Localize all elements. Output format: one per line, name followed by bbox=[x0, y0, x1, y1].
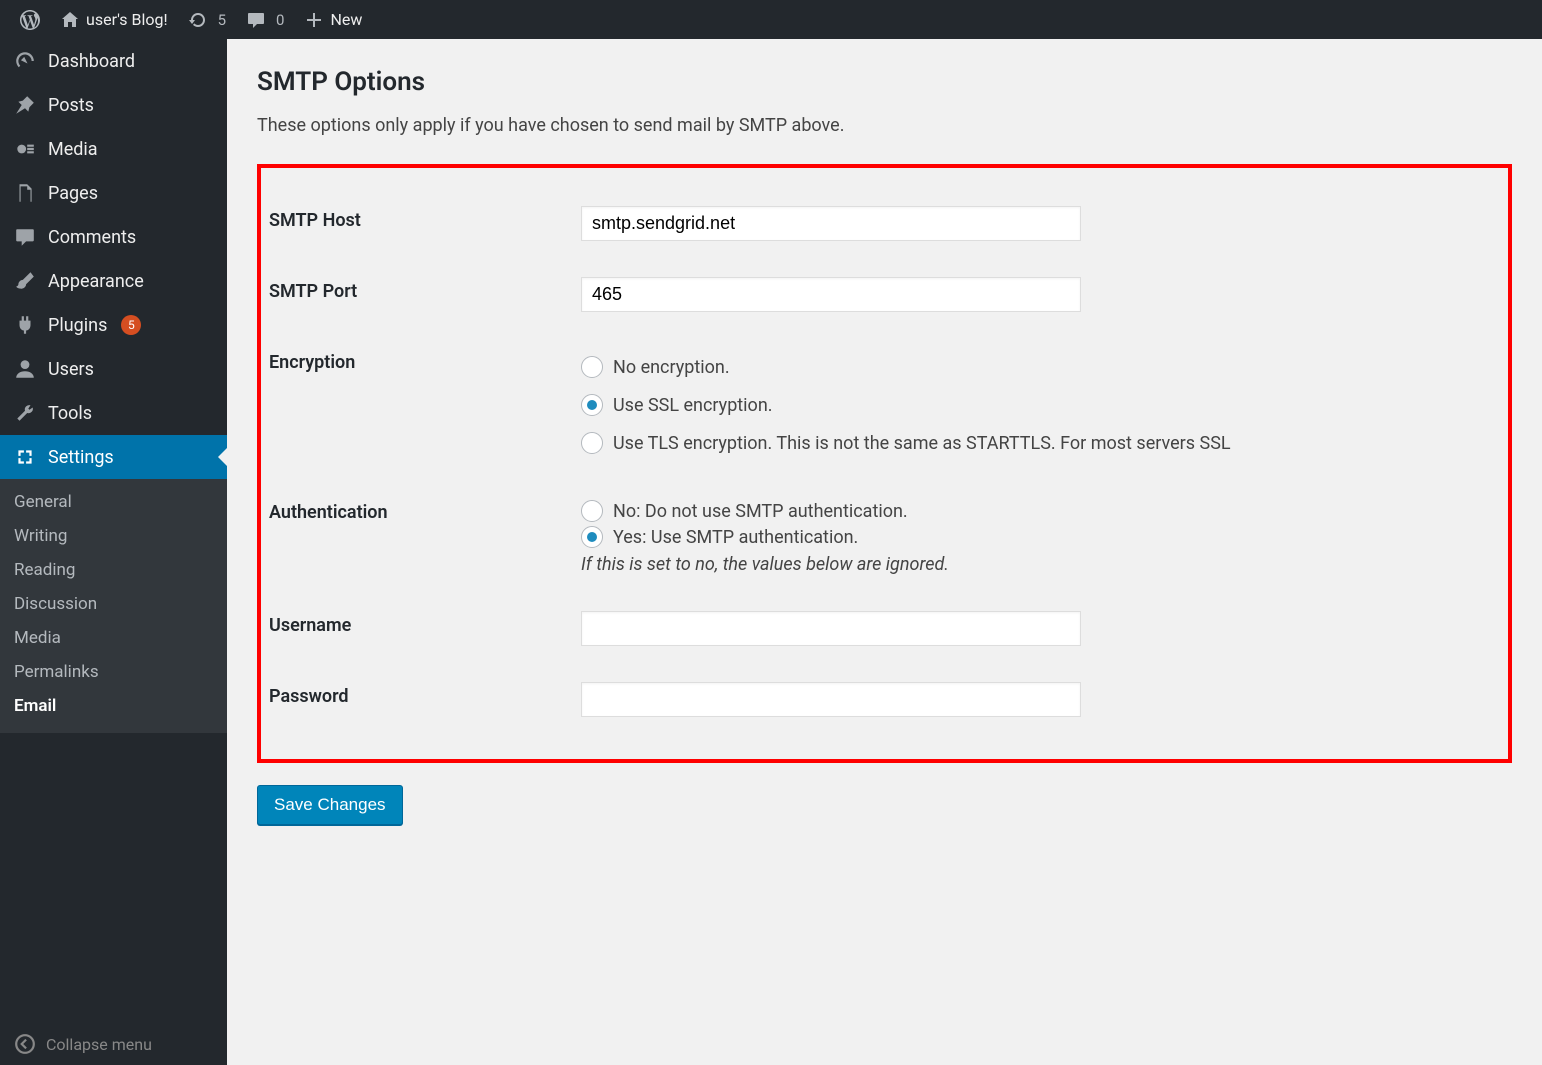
site-home-link[interactable]: user's Blog! bbox=[50, 0, 178, 39]
smtp-host-input[interactable] bbox=[581, 206, 1081, 241]
home-icon bbox=[60, 10, 80, 30]
wrench-icon bbox=[14, 402, 36, 424]
encryption-label: Encryption bbox=[269, 352, 355, 373]
settings-icon bbox=[14, 446, 36, 468]
smtp-port-label: SMTP Port bbox=[269, 281, 357, 302]
sidebar-item-label: Settings bbox=[48, 447, 114, 468]
auth-option-no[interactable]: No: Do not use SMTP authentication. bbox=[581, 498, 1500, 524]
admin-sidebar: Dashboard Posts Media Pages Comments App… bbox=[0, 39, 227, 1065]
sidebar-item-comments[interactable]: Comments bbox=[0, 215, 227, 259]
radio-label: Use TLS encryption. This is not the same… bbox=[613, 433, 1231, 454]
admin-bar: user's Blog! 5 0 New bbox=[0, 0, 1542, 39]
sidebar-item-pages[interactable]: Pages bbox=[0, 171, 227, 215]
plugins-badge: 5 bbox=[121, 315, 141, 335]
collapse-icon bbox=[14, 1033, 36, 1055]
radio-label: No: Do not use SMTP authentication. bbox=[613, 501, 908, 522]
password-label: Password bbox=[269, 686, 349, 707]
encryption-option-ssl[interactable]: Use SSL encryption. bbox=[581, 386, 1500, 424]
radio-icon bbox=[581, 500, 603, 522]
sidebar-item-label: Media bbox=[48, 139, 98, 160]
submenu-item-reading[interactable]: Reading bbox=[0, 553, 227, 587]
sidebar-item-settings[interactable]: Settings bbox=[0, 435, 227, 479]
sidebar-item-posts[interactable]: Posts bbox=[0, 83, 227, 127]
submenu-item-general[interactable]: General bbox=[0, 485, 227, 519]
wp-logo[interactable] bbox=[10, 0, 50, 39]
radio-icon bbox=[581, 356, 603, 378]
comment-icon bbox=[14, 226, 36, 248]
radio-icon bbox=[581, 394, 603, 416]
wordpress-icon bbox=[20, 10, 40, 30]
radio-label: Yes: Use SMTP authentication. bbox=[613, 527, 858, 548]
sidebar-item-plugins[interactable]: Plugins 5 bbox=[0, 303, 227, 347]
pin-icon bbox=[14, 94, 36, 116]
pages-icon bbox=[14, 182, 36, 204]
sidebar-item-label: Comments bbox=[48, 227, 136, 248]
username-input[interactable] bbox=[581, 611, 1081, 646]
submenu-item-discussion[interactable]: Discussion bbox=[0, 587, 227, 621]
sidebar-item-label: Pages bbox=[48, 183, 98, 204]
comments-count: 0 bbox=[276, 11, 284, 29]
comments-link[interactable]: 0 bbox=[236, 0, 294, 39]
refresh-icon bbox=[188, 10, 208, 30]
submenu-item-email[interactable]: Email bbox=[0, 689, 227, 723]
plus-icon bbox=[304, 10, 324, 30]
sidebar-item-tools[interactable]: Tools bbox=[0, 391, 227, 435]
settings-submenu: General Writing Reading Discussion Media… bbox=[0, 479, 227, 733]
radio-label: Use SSL encryption. bbox=[613, 395, 773, 416]
sidebar-item-label: Tools bbox=[48, 403, 92, 424]
radio-icon bbox=[581, 432, 603, 454]
encryption-option-tls[interactable]: Use TLS encryption. This is not the same… bbox=[581, 424, 1500, 462]
password-input[interactable] bbox=[581, 682, 1081, 717]
main-content: SMTP Options These options only apply if… bbox=[227, 39, 1542, 1065]
smtp-options-box: SMTP Host SMTP Port Encryption No encryp… bbox=[257, 164, 1512, 763]
radio-icon bbox=[581, 526, 603, 548]
smtp-host-label: SMTP Host bbox=[269, 210, 361, 231]
sidebar-item-label: Posts bbox=[48, 95, 94, 116]
sidebar-item-label: Appearance bbox=[48, 271, 144, 292]
comment-icon bbox=[246, 10, 266, 30]
auth-hint: If this is set to no, the values below a… bbox=[581, 550, 1500, 575]
plugin-icon bbox=[14, 314, 36, 336]
section-description: These options only apply if you have cho… bbox=[257, 115, 1512, 136]
auth-option-yes[interactable]: Yes: Use SMTP authentication. bbox=[581, 524, 1500, 550]
sidebar-item-appearance[interactable]: Appearance bbox=[0, 259, 227, 303]
username-label: Username bbox=[269, 615, 351, 636]
settings-form: SMTP Host SMTP Port Encryption No encryp… bbox=[269, 188, 1500, 735]
site-title: user's Blog! bbox=[86, 10, 168, 29]
submenu-item-permalinks[interactable]: Permalinks bbox=[0, 655, 227, 689]
auth-label: Authentication bbox=[269, 502, 388, 523]
sidebar-item-label: Users bbox=[48, 359, 94, 380]
media-icon bbox=[14, 138, 36, 160]
user-icon bbox=[14, 358, 36, 380]
sidebar-item-dashboard[interactable]: Dashboard bbox=[0, 39, 227, 83]
radio-label: No encryption. bbox=[613, 357, 730, 378]
new-link[interactable]: New bbox=[294, 0, 372, 39]
collapse-label: Collapse menu bbox=[46, 1035, 152, 1054]
sidebar-item-label: Plugins bbox=[48, 315, 107, 336]
submenu-item-writing[interactable]: Writing bbox=[0, 519, 227, 553]
section-title: SMTP Options bbox=[257, 67, 1512, 97]
updates-link[interactable]: 5 bbox=[178, 0, 236, 39]
sidebar-item-label: Dashboard bbox=[48, 51, 135, 72]
submenu-item-media[interactable]: Media bbox=[0, 621, 227, 655]
updates-count: 5 bbox=[218, 11, 226, 29]
smtp-port-input[interactable] bbox=[581, 277, 1081, 312]
new-label: New bbox=[330, 10, 362, 29]
sidebar-item-media[interactable]: Media bbox=[0, 127, 227, 171]
save-button[interactable]: Save Changes bbox=[257, 785, 403, 825]
encryption-option-none[interactable]: No encryption. bbox=[581, 348, 1500, 386]
sidebar-item-users[interactable]: Users bbox=[0, 347, 227, 391]
dashboard-icon bbox=[14, 50, 36, 72]
collapse-menu[interactable]: Collapse menu bbox=[0, 1023, 227, 1065]
brush-icon bbox=[14, 270, 36, 292]
